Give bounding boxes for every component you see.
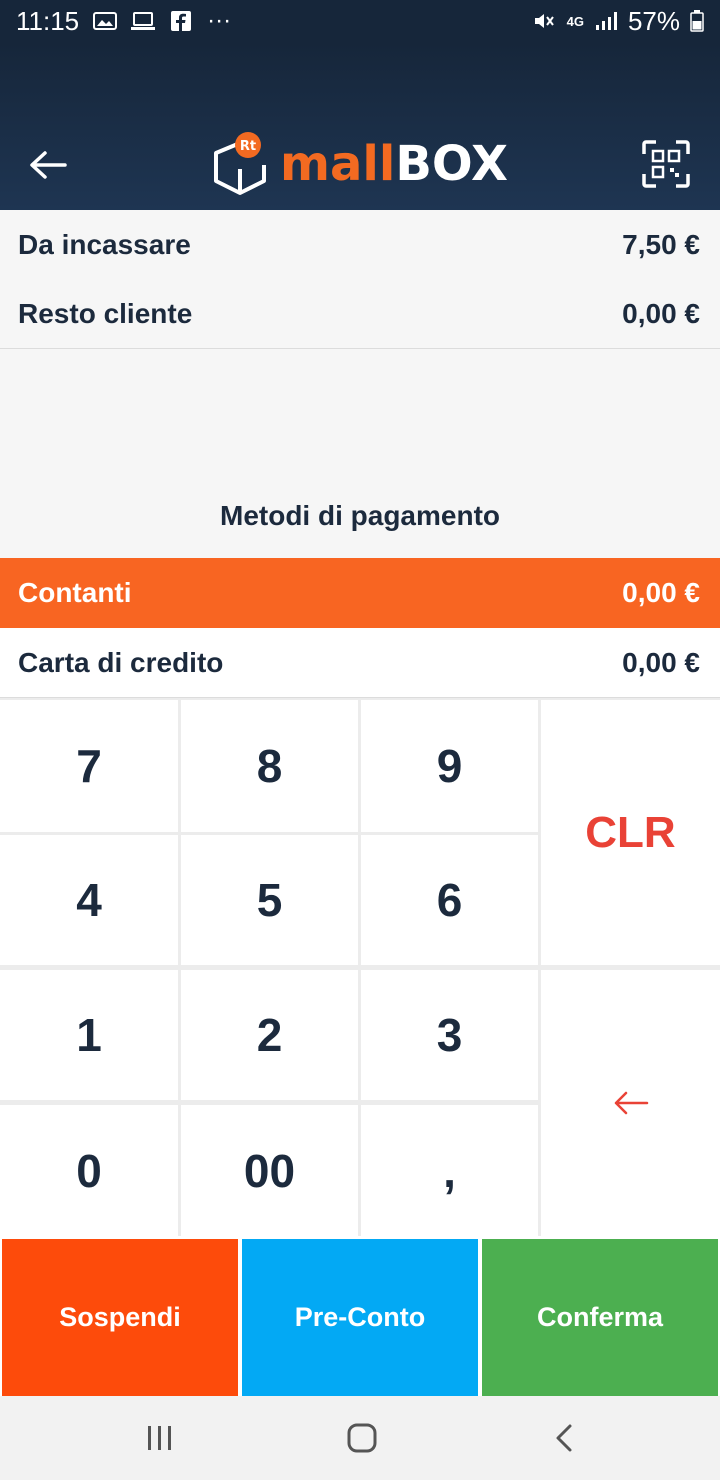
logo-box: BOX <box>395 136 508 192</box>
method-value: 0,00 € <box>622 577 700 608</box>
gallery-icon <box>93 12 118 30</box>
payment-method-carta-di-credito[interactable]: Carta di credito 0,00 € <box>0 628 720 698</box>
logo-badge: Rt <box>240 139 256 154</box>
clear-button[interactable]: CLR <box>541 700 720 965</box>
logo-mall: mall <box>280 136 396 192</box>
status-overflow: ··· <box>207 7 232 34</box>
mallbox-logo: Rt mallBOX <box>210 124 510 204</box>
mute-icon <box>534 14 554 28</box>
pre-conto-button[interactable]: Pre-Conto <box>242 1239 478 1396</box>
key-comma[interactable]: , <box>361 1105 538 1236</box>
key-5[interactable]: 5 <box>181 835 358 965</box>
numeric-keypad: 7 8 9 4 5 6 CLR 1 2 3 0 00 , <box>0 698 720 1236</box>
resto-cliente-value: 0,00 € <box>622 297 700 329</box>
battery-icon <box>690 10 704 32</box>
row-da-incassare: Da incassare 7,50 € <box>0 210 720 280</box>
back-icon <box>556 1424 572 1452</box>
battery-percent: 57% <box>627 5 680 36</box>
method-value: 0,00 € <box>622 646 700 678</box>
logo-text: mallBOX <box>280 136 508 192</box>
arrow-left-icon <box>30 151 67 179</box>
payment-methods-title: Metodi di pagamento <box>220 500 500 531</box>
arrow-left-icon <box>614 1091 648 1115</box>
payment-method-contanti[interactable]: Contanti 0,00 € <box>0 558 720 628</box>
status-bar: 11:15 ··· 4G 57% <box>0 0 720 42</box>
key-3[interactable]: 3 <box>361 970 538 1100</box>
back-button[interactable] <box>22 142 74 188</box>
facebook-icon <box>171 11 192 31</box>
laptop-icon <box>131 12 156 30</box>
sospendi-button[interactable]: Sospendi <box>2 1239 238 1396</box>
da-incassare-label: Da incassare <box>18 228 191 260</box>
key-4[interactable]: 4 <box>0 835 178 965</box>
network-label: 4G <box>566 13 584 29</box>
resto-cliente-label: Resto cliente <box>18 297 193 329</box>
row-resto-cliente: Resto cliente 0,00 € <box>0 279 720 349</box>
key-2[interactable]: 2 <box>181 970 358 1100</box>
da-incassare-value: 7,50 € <box>622 228 700 260</box>
method-label: Contanti <box>18 577 132 608</box>
key-6[interactable]: 6 <box>361 835 538 965</box>
key-0[interactable]: 0 <box>0 1105 178 1236</box>
key-1[interactable]: 1 <box>0 970 178 1100</box>
logo-box-icon: Rt <box>214 132 266 195</box>
key-7[interactable]: 7 <box>0 700 178 832</box>
home-icon <box>347 1423 377 1453</box>
qr-scan-button[interactable] <box>640 138 692 190</box>
key-00[interactable]: 00 <box>181 1105 358 1236</box>
conferma-button[interactable]: Conferma <box>482 1239 718 1396</box>
action-bar: Sospendi Pre-Conto Conferma <box>0 1236 720 1396</box>
recent-apps-button[interactable] <box>138 1416 182 1460</box>
app-header: Rt mallBOX <box>0 42 720 210</box>
key-8[interactable]: 8 <box>181 700 358 832</box>
backspace-button[interactable] <box>541 970 720 1236</box>
system-nav-bar <box>0 1396 720 1480</box>
status-time: 11:15 <box>16 5 80 36</box>
qr-scan-icon <box>642 140 690 188</box>
home-button[interactable] <box>340 1416 384 1460</box>
recent-apps-icon <box>148 1426 171 1450</box>
system-back-button[interactable] <box>542 1416 586 1460</box>
key-9[interactable]: 9 <box>361 700 538 832</box>
method-label: Carta di credito <box>18 646 224 678</box>
signal-icon <box>595 12 617 30</box>
